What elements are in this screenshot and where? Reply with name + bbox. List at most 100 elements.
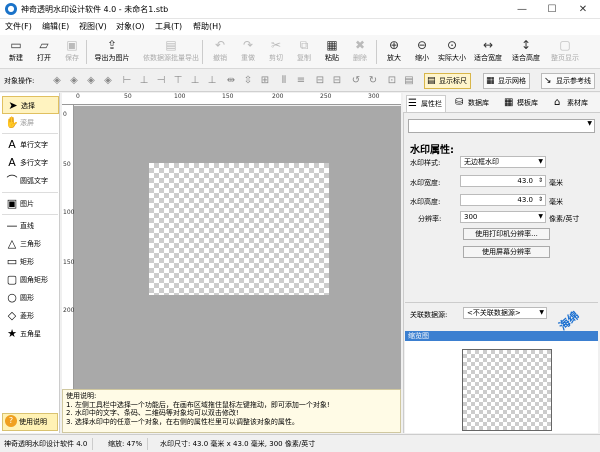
tool-label: 菱形: [20, 312, 34, 320]
tool-arrow-select[interactable]: ➤ 选择: [2, 96, 59, 114]
align-middle-icon[interactable]: ⊥: [188, 74, 202, 88]
align-center-icon[interactable]: ⊥: [137, 74, 151, 88]
toolbar-copy-button[interactable]: ⧉ 复制: [290, 37, 318, 67]
ruler-tick-label: 50: [63, 161, 71, 168]
tool-arc-text[interactable]: ⌒ 圆弧文字: [2, 172, 59, 190]
rotate-left-icon[interactable]: ↺: [349, 74, 363, 88]
properties-title: 水印属性:: [410, 145, 454, 156]
toolbar-undo-button[interactable]: ↶ 撤销: [206, 37, 234, 67]
chevron-down-icon: ▼: [539, 309, 544, 316]
toolbar-zoom-in-button[interactable]: ⊕ 放大: [380, 37, 408, 67]
help-button[interactable]: ? 使用说明: [2, 413, 58, 431]
same-height-icon[interactable]: ⇳: [241, 74, 255, 88]
tool-diamond[interactable]: ◇ 菱形: [2, 307, 59, 325]
align-right-icon[interactable]: ⊣: [154, 74, 168, 88]
datasource-select[interactable]: <不关联数据源> ▼: [463, 307, 547, 319]
tab-database[interactable]: ⛁ 数据库: [454, 95, 489, 112]
screen-dpi-button[interactable]: 使用屏幕分辨率: [463, 246, 550, 258]
paste-icon: ▦: [326, 38, 338, 52]
tool-hand-scroll[interactable]: ✋ 滚屏: [2, 114, 59, 132]
object-select[interactable]: ▼: [408, 119, 595, 133]
toolbar-fit-width-button[interactable]: ↔ 适合宽度: [472, 37, 504, 67]
minimize-button[interactable]: —: [507, 0, 537, 19]
menu-object[interactable]: 对象(O): [116, 21, 145, 32]
center-h-icon[interactable]: ⊟: [313, 74, 327, 88]
menu-file[interactable]: 文件(F): [5, 21, 32, 32]
tool-label: 五角星: [20, 330, 41, 338]
help-text-box: 使用说明: 1. 左侧工具栏中选择一个功能后，在画布区域拖住鼠标左键拖动，即可添…: [62, 389, 401, 433]
style-select[interactable]: 无边框水印 ▼: [460, 156, 546, 168]
chevron-down-icon: ▼: [538, 158, 543, 165]
tab-templates[interactable]: ▦ 模板库: [503, 95, 538, 112]
triangle-icon: △: [7, 237, 17, 250]
ruler-tick-label: 200: [63, 307, 75, 314]
menu-help[interactable]: 帮助(H): [193, 21, 221, 32]
same-width-icon[interactable]: ⇹: [224, 74, 238, 88]
toolbar-fit-height-button[interactable]: ↕ 适合高度: [508, 37, 544, 67]
toolbar-delete-button[interactable]: ✖ 删除: [346, 37, 374, 67]
printer-dpi-button[interactable]: 使用打印机分辨率...: [463, 228, 550, 240]
align-icon[interactable]: ◈: [50, 74, 64, 88]
tool-label: 多行文字: [20, 159, 48, 167]
toolbar-button-label: 打开: [37, 54, 51, 62]
tab-templates-label: 模板库: [517, 99, 538, 107]
watermark-paper[interactable]: [149, 163, 329, 295]
tool-line[interactable]: — 直线: [2, 217, 59, 235]
toolbar-new-button[interactable]: ▭ 新建: [2, 37, 30, 67]
toolbar-open-button[interactable]: ▱ 打开: [30, 37, 58, 67]
tool-single-line-text[interactable]: A 单行文字: [2, 136, 59, 154]
tool-circle[interactable]: ○ 圆形: [2, 289, 59, 307]
show-grid-label: 显示网格: [498, 77, 526, 85]
same-size-icon[interactable]: ⊞: [258, 74, 272, 88]
toolbar-full-page-button[interactable]: ▢ 整页显示: [550, 37, 580, 67]
dpi-select[interactable]: 300 ▼: [460, 211, 546, 223]
tool-image[interactable]: ▣ 图片: [2, 195, 59, 213]
object-ops-label: 对象操作:: [4, 77, 35, 85]
tab-materials[interactable]: ⌂ 素材库: [553, 95, 588, 112]
toolbar-redo-button[interactable]: ↷ 重做: [234, 37, 262, 67]
circle-icon: ○: [7, 291, 17, 304]
center-v-icon[interactable]: ⊟: [330, 74, 344, 88]
group-icon[interactable]: ▤: [402, 74, 416, 88]
tool-rounded-rectangle[interactable]: ▢ 圆角矩形: [2, 271, 59, 289]
chevron-down-icon: ▼: [538, 213, 543, 220]
toolbar-cut-button[interactable]: ✂ 剪切: [262, 37, 290, 67]
show-ruler-toggle[interactable]: ▤ 显示标尺: [424, 73, 471, 89]
lock-icon[interactable]: ⊡: [385, 74, 399, 88]
toolbar-export-image-button[interactable]: ⇪ 导出为图片: [90, 37, 134, 67]
menu-edit[interactable]: 编辑(E): [42, 21, 69, 32]
distribute-v-icon[interactable]: ≡: [294, 74, 308, 88]
align-left-icon[interactable]: ⊢: [120, 74, 134, 88]
toolbar-batch-export-button[interactable]: ▤ 依数据源批量导出: [140, 37, 202, 67]
tool-star[interactable]: ★ 五角星: [2, 325, 59, 343]
layer-bottom-icon[interactable]: ◈: [101, 74, 115, 88]
menu-view[interactable]: 视图(V): [79, 21, 107, 32]
menu-tools[interactable]: 工具(T): [155, 21, 182, 32]
tool-triangle[interactable]: △ 三角形: [2, 235, 59, 253]
toolbar-button-label: 缩小: [415, 54, 429, 62]
toolbar-zoom-out-button[interactable]: ⊖ 缩小: [408, 37, 436, 67]
tool-multi-line-text[interactable]: A 多行文字: [2, 154, 59, 172]
align-bottom-icon[interactable]: ⊥: [205, 74, 219, 88]
width-field[interactable]: 43.0 ⇕: [460, 175, 546, 187]
toolbar-paste-button[interactable]: ▦ 粘贴: [318, 37, 346, 67]
align-top-icon[interactable]: ⊤: [171, 74, 185, 88]
layer-down-icon[interactable]: ◈: [84, 74, 98, 88]
height-field[interactable]: 43.0 ⇕: [460, 194, 546, 206]
close-button[interactable]: ✕: [568, 0, 598, 19]
spin-icon[interactable]: ⇕: [538, 176, 543, 186]
layer-up-icon[interactable]: ◈: [67, 74, 81, 88]
show-guides-toggle[interactable]: ↘ 显示参考线: [541, 73, 595, 89]
tool-rectangle[interactable]: ▭ 矩形: [2, 253, 59, 271]
tool-panel: ➤ 选择 ✋ 滚屏 A 单行文字 A 多行文字 ⌒ 圆弧文字 ▣ 图片 — 直线 △ 三角形 ▭ 矩形 ▢ 圆角矩形 ○…: [0, 93, 60, 433]
distribute-h-icon[interactable]: ⫴: [277, 74, 291, 88]
toolbar-save-button[interactable]: ▣ 保存: [58, 37, 86, 67]
toolbar-actual-size-button[interactable]: ⊙ 实际大小: [436, 37, 468, 67]
toolbar-button-label: 保存: [65, 54, 79, 62]
rotate-right-icon[interactable]: ↻: [366, 74, 380, 88]
ruler-icon: ▤: [427, 76, 436, 86]
spin-icon[interactable]: ⇕: [538, 195, 543, 205]
tab-properties[interactable]: ☰ 属性栏: [406, 95, 446, 112]
show-grid-toggle[interactable]: ▦ 显示网格: [483, 73, 530, 89]
maximize-button[interactable]: ☐: [537, 0, 567, 19]
